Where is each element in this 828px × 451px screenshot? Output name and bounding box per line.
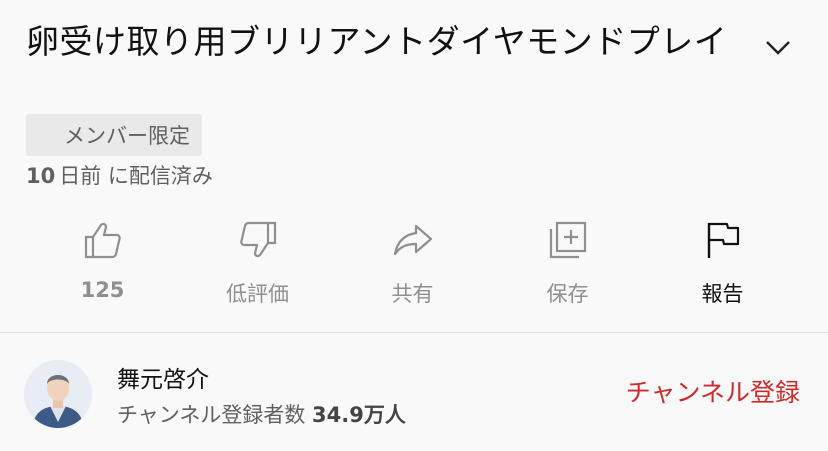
save-button[interactable]: 保存 [490,210,645,320]
chevron-down-icon [766,41,790,55]
share-label: 共有 [391,282,434,306]
share-button[interactable]: 共有 [335,210,490,320]
publish-suffix: 日前 に配信済み [59,164,213,188]
share-icon [393,224,432,256]
thumb-down-icon [239,221,276,258]
dislike-button[interactable]: 低評価 [180,210,335,320]
channel-avatar[interactable] [24,360,92,428]
subscribe-button[interactable]: チャンネル登録 [626,373,800,409]
flag-icon [707,222,739,258]
video-title: 卵受け取り用ブリリアントダイヤモンドプレイ [26,22,728,61]
thumb-up-icon [84,222,121,259]
save-label: 保存 [546,282,589,306]
expand-description-button[interactable] [760,30,796,66]
report-label: 報告 [701,282,744,306]
like-count: 125 [80,278,125,302]
publish-info: 10 日前 に配信済み [26,160,213,190]
title-row: 卵受け取り用ブリリアントダイヤモンドプレイ [26,20,806,64]
report-button[interactable]: 報告 [645,210,800,320]
members-only-badge: メンバー限定 [26,114,202,156]
subscriber-label: チャンネル登録者数 [117,403,313,427]
subscriber-count: チャンネル登録者数 34.9万人 [117,399,406,429]
like-button[interactable]: 125 [25,210,180,320]
dislike-label: 低評価 [226,282,289,306]
channel-row: 舞元啓介 チャンネル登録者数 34.9万人 チャンネル登録 [0,333,828,451]
action-bar: 125 低評価 共有 保存 報告 [0,210,828,320]
publish-days: 10 [26,164,56,188]
subscriber-number: 34.9万人 [312,403,406,427]
avatar-illustration [24,360,92,428]
channel-name[interactable]: 舞元啓介 [117,360,209,394]
playlist-add-icon [549,221,586,259]
